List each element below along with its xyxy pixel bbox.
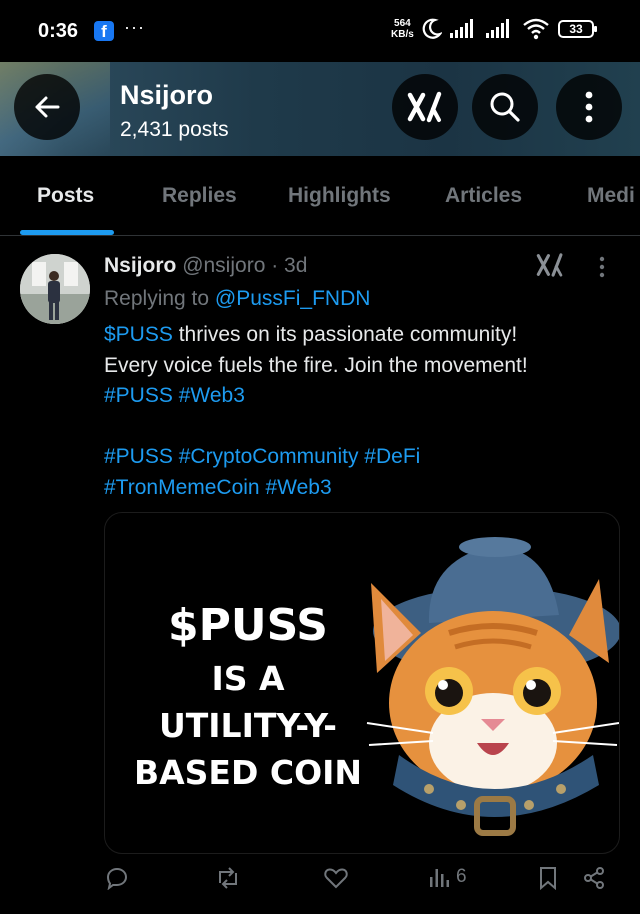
share-button[interactable] [582, 866, 606, 890]
post-text-line: Every voice fuels the fire. Join the mov… [104, 353, 528, 377]
hashtag[interactable]: #TronMemeCoin [104, 476, 260, 499]
active-tab-indicator [20, 230, 114, 235]
profile-name: Nsijoro [120, 80, 214, 110]
tab-articles[interactable]: Articles [445, 184, 522, 208]
tab-replies[interactable]: Replies [162, 184, 237, 208]
wifi-icon [523, 18, 549, 40]
status-bar: 0:36 f ··· 564 KB/s 33 [0, 0, 640, 62]
profile-header: Nsijoro 2,431 posts [0, 62, 640, 156]
post-count: 2,431 posts [120, 118, 229, 141]
post-more-button[interactable] [598, 256, 606, 283]
hashtag[interactable]: #CryptoCommunity [179, 445, 359, 468]
hashtag[interactable]: #Web3 [265, 476, 331, 499]
cashtag[interactable]: $PUSS [104, 323, 173, 346]
post-author-handle[interactable]: @nsijoro [182, 254, 265, 277]
signal-icon [450, 19, 473, 38]
post-actions: 6 [0, 866, 640, 906]
heart-icon [324, 868, 348, 889]
hashtag[interactable]: #PUSS [104, 384, 173, 407]
replying-to-label: Replying to [104, 287, 210, 310]
views-count: 6 [456, 866, 467, 887]
views-button[interactable]: 6 [428, 866, 467, 888]
bookmark-icon [540, 867, 556, 890]
more-options-button[interactable] [556, 74, 622, 140]
facebook-icon: f [94, 21, 114, 41]
battery-level: 33 [569, 22, 583, 36]
more-vertical-icon [599, 256, 605, 278]
cat-illustration [366, 537, 619, 836]
post-image[interactable]: $PUSS IS A UTILITY-Y- BASED COIN [104, 512, 620, 854]
hashtag[interactable]: #Web3 [179, 384, 245, 407]
profile-tabs: Posts Replies Highlights Articles Medi [0, 156, 640, 236]
network-speed-value: 564 [394, 18, 411, 29]
reply-icon [106, 867, 128, 890]
network-speed: 564 KB/s [391, 18, 414, 40]
search-icon [490, 92, 520, 122]
post-text: $PUSS thrives on its passionate communit… [104, 320, 624, 503]
like-button[interactable] [323, 866, 349, 890]
more-vertical-icon [585, 91, 593, 123]
tab-highlights[interactable]: Highlights [288, 184, 391, 208]
grok-icon [536, 253, 563, 277]
search-button[interactable] [472, 74, 538, 140]
reply-button[interactable] [105, 866, 129, 890]
hashtag[interactable]: #PUSS [104, 445, 173, 468]
grok-icon [407, 91, 442, 123]
back-arrow-icon [35, 96, 60, 118]
moon-icon [422, 18, 442, 39]
repost-icon [219, 867, 237, 889]
views-icon [430, 869, 449, 887]
post-author-name[interactable]: Nsijoro [104, 254, 176, 277]
battery-icon: 33 [558, 20, 597, 38]
signal-icon [486, 19, 509, 38]
repost-button[interactable] [215, 866, 241, 890]
back-button[interactable] [14, 74, 80, 140]
network-speed-unit: KB/s [391, 29, 414, 40]
post-time: · 3d [271, 254, 308, 277]
grok-button[interactable] [392, 74, 458, 140]
replying-to-mention[interactable]: @PussFi_FNDN [215, 287, 371, 310]
share-icon [584, 867, 604, 889]
post-header: Nsijoro @nsijoro · 3d [104, 254, 307, 278]
status-more-notifications: ··· [124, 17, 145, 37]
grok-explain-button[interactable] [536, 252, 564, 283]
bookmark-button[interactable] [538, 866, 558, 890]
tab-posts[interactable]: Posts [37, 184, 94, 208]
status-time: 0:36 [38, 20, 79, 42]
replying-to: Replying to @PussFi_FNDN [104, 287, 370, 311]
avatar[interactable] [20, 254, 90, 324]
tab-media[interactable]: Medi [587, 184, 635, 208]
hashtag[interactable]: #DeFi [364, 445, 420, 468]
post-text-line: thrives on its passionate community! [172, 323, 518, 346]
